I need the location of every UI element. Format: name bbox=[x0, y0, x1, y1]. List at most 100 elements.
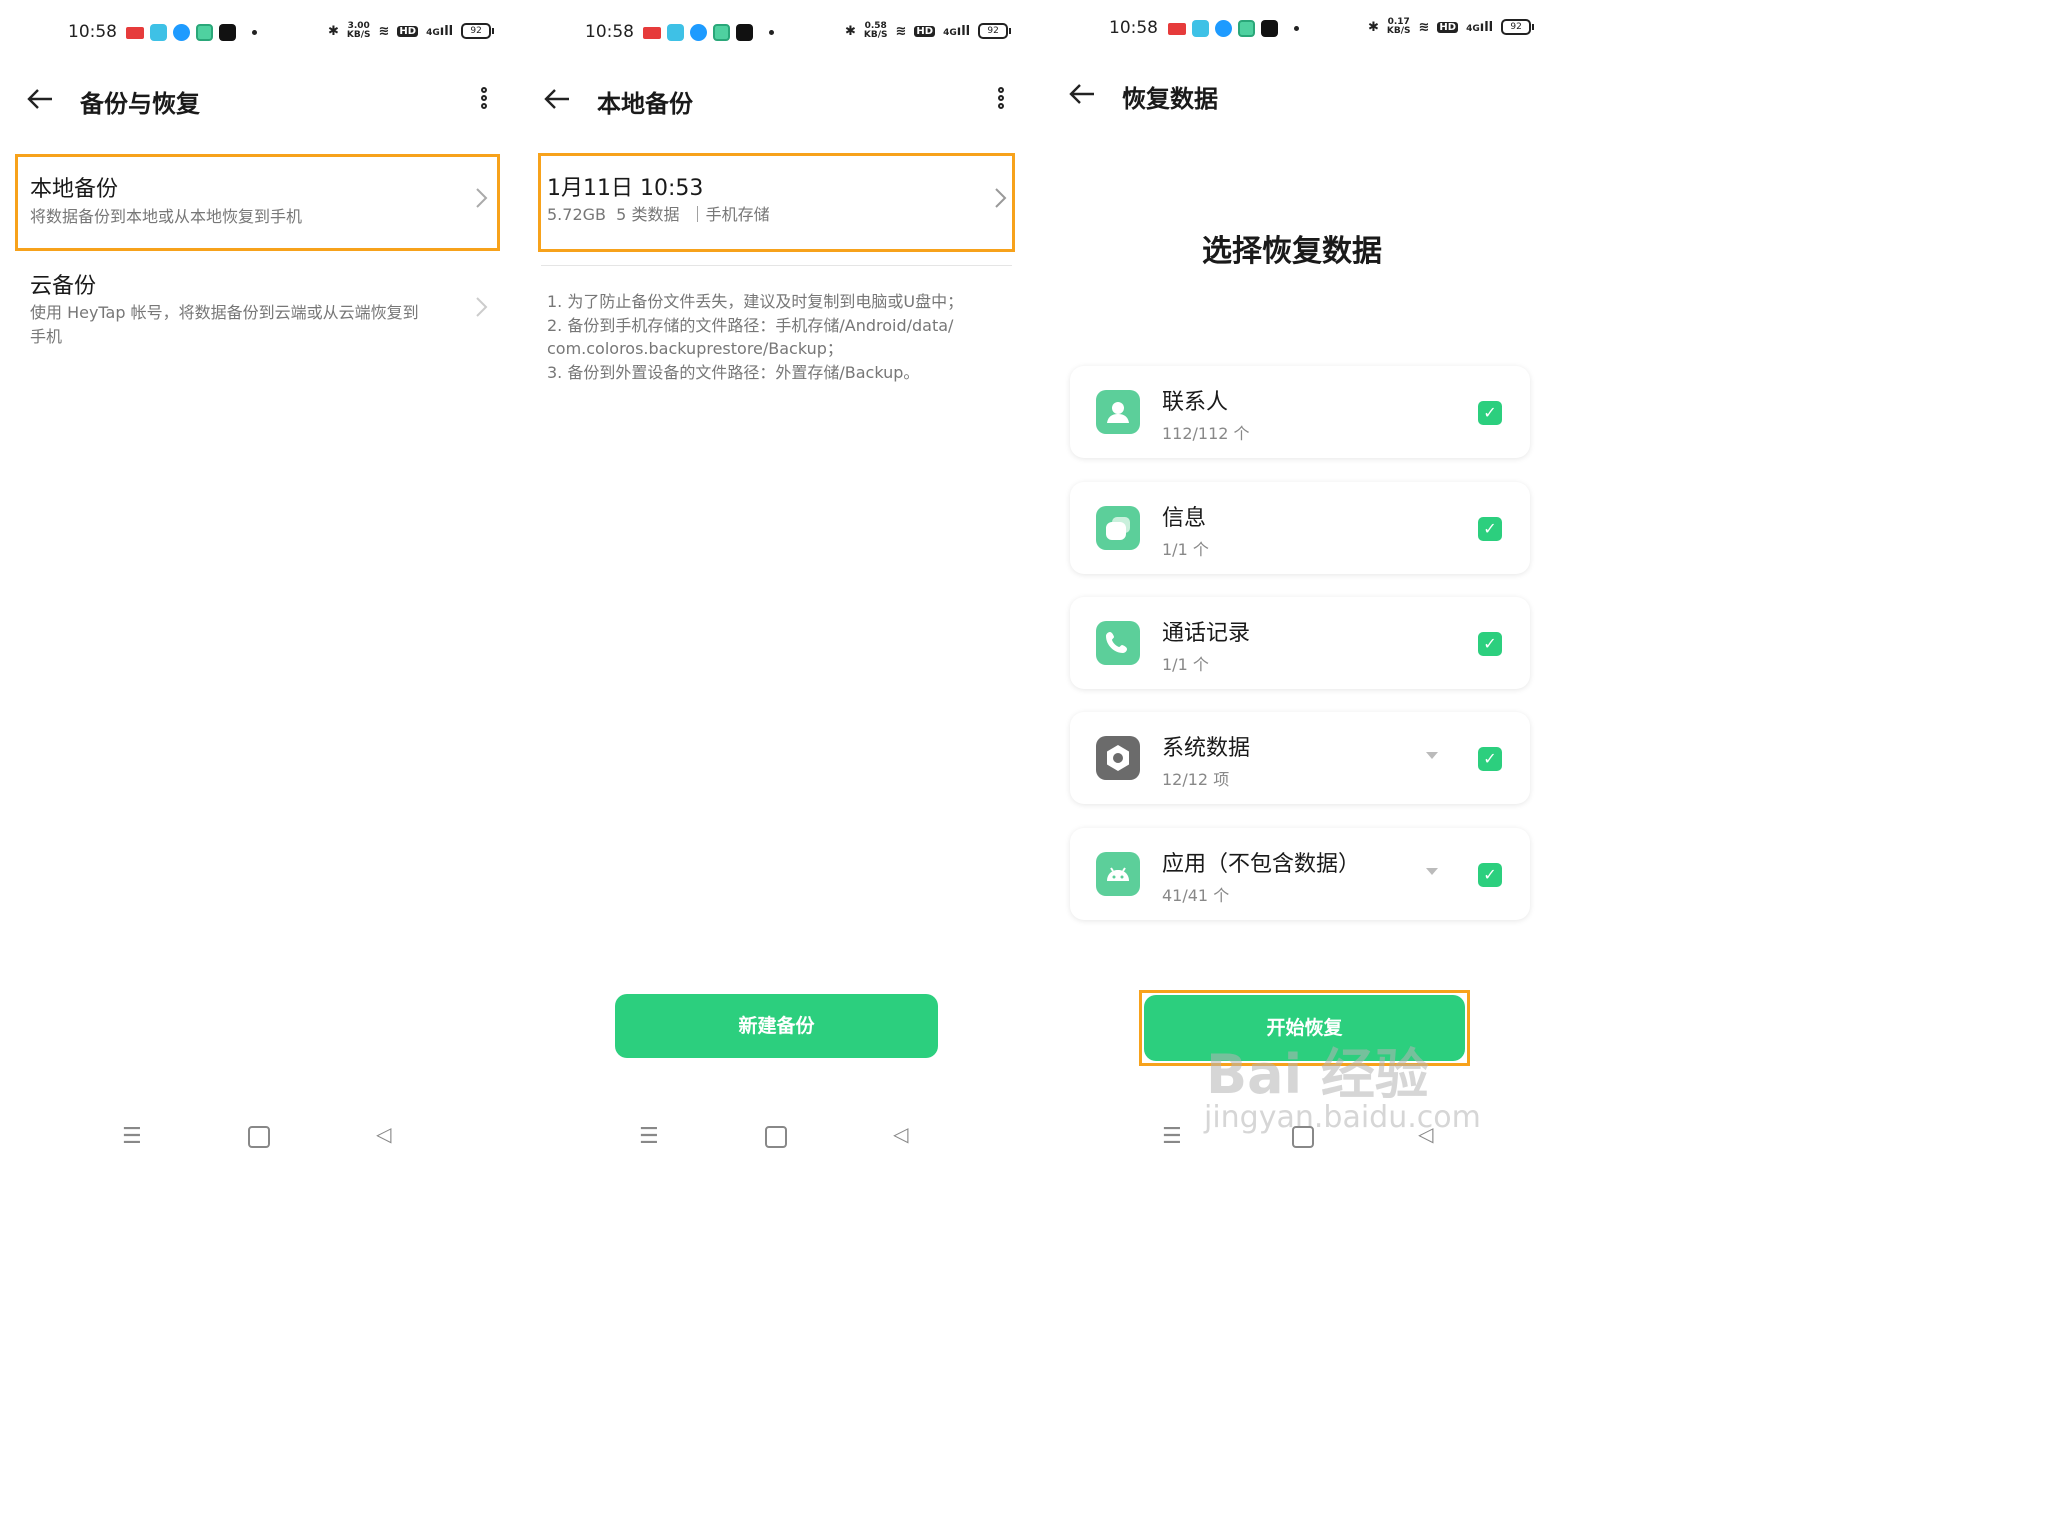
checkbox-checked-icon[interactable]: ✓ bbox=[1478, 517, 1502, 541]
menu-nav-icon[interactable]: ☰ bbox=[1162, 1124, 1182, 1149]
more-menu-icon[interactable] bbox=[993, 87, 1009, 115]
status-time: 10:58 bbox=[585, 22, 634, 42]
qq-icon bbox=[1215, 20, 1232, 37]
item-count: 112/112 个 bbox=[1162, 424, 1250, 443]
settings-icon bbox=[1096, 736, 1140, 780]
restore-item-contacts[interactable]: 联系人 112/112 个 ✓ bbox=[1070, 366, 1530, 458]
checkbox-checked-icon[interactable]: ✓ bbox=[1478, 863, 1502, 887]
page-title: 恢复数据 bbox=[1122, 85, 1218, 113]
douyin-icon bbox=[219, 24, 236, 41]
expand-caret-icon[interactable] bbox=[1426, 752, 1438, 759]
item-label: 信息 bbox=[1162, 506, 1207, 531]
checkbox-checked-icon[interactable]: ✓ bbox=[1478, 632, 1502, 656]
restore-item-call-log[interactable]: 通话记录 1/1 个 ✓ bbox=[1070, 597, 1530, 689]
back-nav-icon[interactable]: ◁ bbox=[376, 1122, 391, 1146]
backup-datetime: 1月11日 10:53 bbox=[547, 176, 704, 201]
qq-icon bbox=[173, 24, 190, 41]
toutiao-icon bbox=[643, 26, 661, 39]
more-menu-icon[interactable] bbox=[476, 87, 492, 115]
page-title: 本地备份 bbox=[597, 90, 693, 118]
checkbox-checked-icon[interactable]: ✓ bbox=[1478, 401, 1502, 425]
douyin-icon bbox=[736, 24, 753, 41]
hd-icon: HD bbox=[397, 25, 419, 37]
battery-icon: 92 bbox=[1501, 19, 1535, 35]
restore-item-system-data[interactable]: 系统数据 12/12 项 ✓ bbox=[1070, 712, 1530, 804]
backup-entry[interactable]: 1月11日 10:53 5.72GB 5 类数据 ｜手机存储 bbox=[541, 156, 1012, 249]
chevron-right-icon bbox=[476, 188, 488, 208]
net-speed: 3.00 KB/S bbox=[346, 21, 371, 40]
notification-icons bbox=[643, 24, 774, 41]
chevron-right-icon bbox=[995, 188, 1007, 208]
checkbox-checked-icon[interactable]: ✓ bbox=[1478, 747, 1502, 771]
status-right: ✱ 0.17 KB/S ≋ HD 4Gıll 92 bbox=[1368, 17, 1535, 36]
baidu-watermark-logo: Bai 经验 bbox=[1206, 1043, 1429, 1106]
divider bbox=[541, 265, 1012, 266]
hd-icon: HD bbox=[1437, 21, 1459, 33]
expand-caret-icon[interactable] bbox=[1426, 868, 1438, 875]
more-notifications-icon bbox=[769, 30, 774, 35]
item-label: 系统数据 bbox=[1162, 736, 1251, 761]
back-arrow-icon[interactable] bbox=[26, 85, 54, 113]
backup-restore-screen: 10:58 ✱ 3.00 KB/S ≋ HD 4Gıll 92 备份与恢复 本地备… bbox=[0, 0, 517, 1162]
net-speed: 0.58 KB/S bbox=[863, 21, 888, 40]
note-line: 3. 备份到外置设备的文件路径：外置存储/Backup。 bbox=[547, 362, 920, 382]
bluetooth-icon: ✱ bbox=[1368, 19, 1379, 35]
net-speed: 0.17 KB/S bbox=[1386, 17, 1411, 36]
back-nav-icon[interactable]: ◁ bbox=[893, 1122, 908, 1146]
notification-icons bbox=[1168, 20, 1299, 37]
home-nav-icon[interactable] bbox=[1292, 1126, 1314, 1148]
item-label: 应用（不包含数据） bbox=[1162, 852, 1361, 877]
menu-nav-icon[interactable]: ☰ bbox=[122, 1124, 142, 1149]
local-backup-subtitle: 将数据备份到本地或从本地恢复到手机 bbox=[30, 207, 303, 226]
item-count: 1/1 个 bbox=[1162, 540, 1209, 559]
more-notifications-icon bbox=[252, 30, 257, 35]
hd-icon: HD bbox=[914, 25, 936, 37]
battery-icon: 92 bbox=[461, 23, 495, 39]
home-nav-icon[interactable] bbox=[248, 1126, 270, 1148]
cloud-backup-item[interactable]: 云备份 使用 HeyTap 帐号，将数据备份到云端或从云端恢复到 手机 bbox=[18, 258, 497, 358]
item-count: 1/1 个 bbox=[1162, 655, 1209, 674]
backup-notes: 1. 为了防止备份文件丢失，建议及时复制到电脑或U盘中； 2. 备份到手机存储的… bbox=[547, 290, 963, 384]
local-backup-title: 本地备份 bbox=[30, 177, 119, 202]
signal-icon: 4Gıll bbox=[426, 23, 454, 39]
wifi-icon: ≋ bbox=[1418, 19, 1430, 35]
note-line: com.coloros.backuprestore/Backup； bbox=[547, 339, 843, 358]
messages-icon bbox=[1096, 506, 1140, 550]
note-line: 1. 为了防止备份文件丢失，建议及时复制到电脑或U盘中； bbox=[547, 292, 964, 311]
home-nav-icon[interactable] bbox=[765, 1126, 787, 1148]
game-icon bbox=[1238, 20, 1255, 37]
restore-item-apps[interactable]: 应用（不包含数据） 41/41 个 ✓ bbox=[1070, 828, 1530, 920]
status-right: ✱ 3.00 KB/S ≋ HD 4Gıll 92 bbox=[328, 21, 495, 40]
menu-nav-icon[interactable]: ☰ bbox=[639, 1124, 659, 1149]
browser-icon bbox=[1192, 20, 1209, 37]
toutiao-icon bbox=[126, 26, 144, 39]
android-icon bbox=[1096, 852, 1140, 896]
nav-bar: ☰ ◁ bbox=[1034, 1118, 1550, 1162]
chevron-right-icon bbox=[476, 297, 488, 317]
backup-meta: 5.72GB 5 类数据 ｜手机存储 bbox=[547, 205, 770, 224]
status-time: 10:58 bbox=[68, 22, 117, 42]
page-title: 备份与恢复 bbox=[80, 90, 200, 118]
status-bar: 10:58 ✱ 0.17 KB/S ≋ HD 4Gıll 92 bbox=[1034, 14, 1550, 44]
cloud-backup-title: 云备份 bbox=[30, 274, 97, 299]
battery-icon: 92 bbox=[978, 23, 1012, 39]
back-arrow-icon[interactable] bbox=[543, 85, 571, 113]
back-arrow-icon[interactable] bbox=[1068, 80, 1096, 108]
new-backup-button[interactable]: 新建备份 bbox=[615, 994, 938, 1058]
local-backup-item[interactable]: 本地备份 将数据备份到本地或从本地恢复到手机 bbox=[18, 157, 497, 248]
qq-icon bbox=[690, 24, 707, 41]
status-bar: 10:58 ✱ 0.58 KB/S ≋ HD 4Gıll 92 bbox=[517, 18, 1034, 48]
browser-icon bbox=[667, 24, 684, 41]
note-line: 2. 备份到手机存储的文件路径：手机存储/Android/data/ bbox=[547, 315, 954, 335]
status-time: 10:58 bbox=[1109, 18, 1158, 38]
phone-icon bbox=[1096, 621, 1140, 665]
restore-item-messages[interactable]: 信息 1/1 个 ✓ bbox=[1070, 482, 1530, 574]
bluetooth-icon: ✱ bbox=[328, 23, 339, 39]
restore-data-screen: 10:58 ✱ 0.17 KB/S ≋ HD 4Gıll 92 恢复数据 选择恢复… bbox=[1034, 0, 1550, 1162]
item-label: 联系人 bbox=[1162, 390, 1229, 415]
local-backup-screen: 10:58 ✱ 0.58 KB/S ≋ HD 4Gıll 92 本地备份 1月11… bbox=[517, 0, 1034, 1162]
select-restore-heading: 选择恢复数据 bbox=[1202, 234, 1382, 269]
game-icon bbox=[196, 24, 213, 41]
status-bar: 10:58 ✱ 3.00 KB/S ≋ HD 4Gıll 92 bbox=[0, 18, 517, 48]
back-nav-icon[interactable]: ◁ bbox=[1418, 1122, 1433, 1146]
